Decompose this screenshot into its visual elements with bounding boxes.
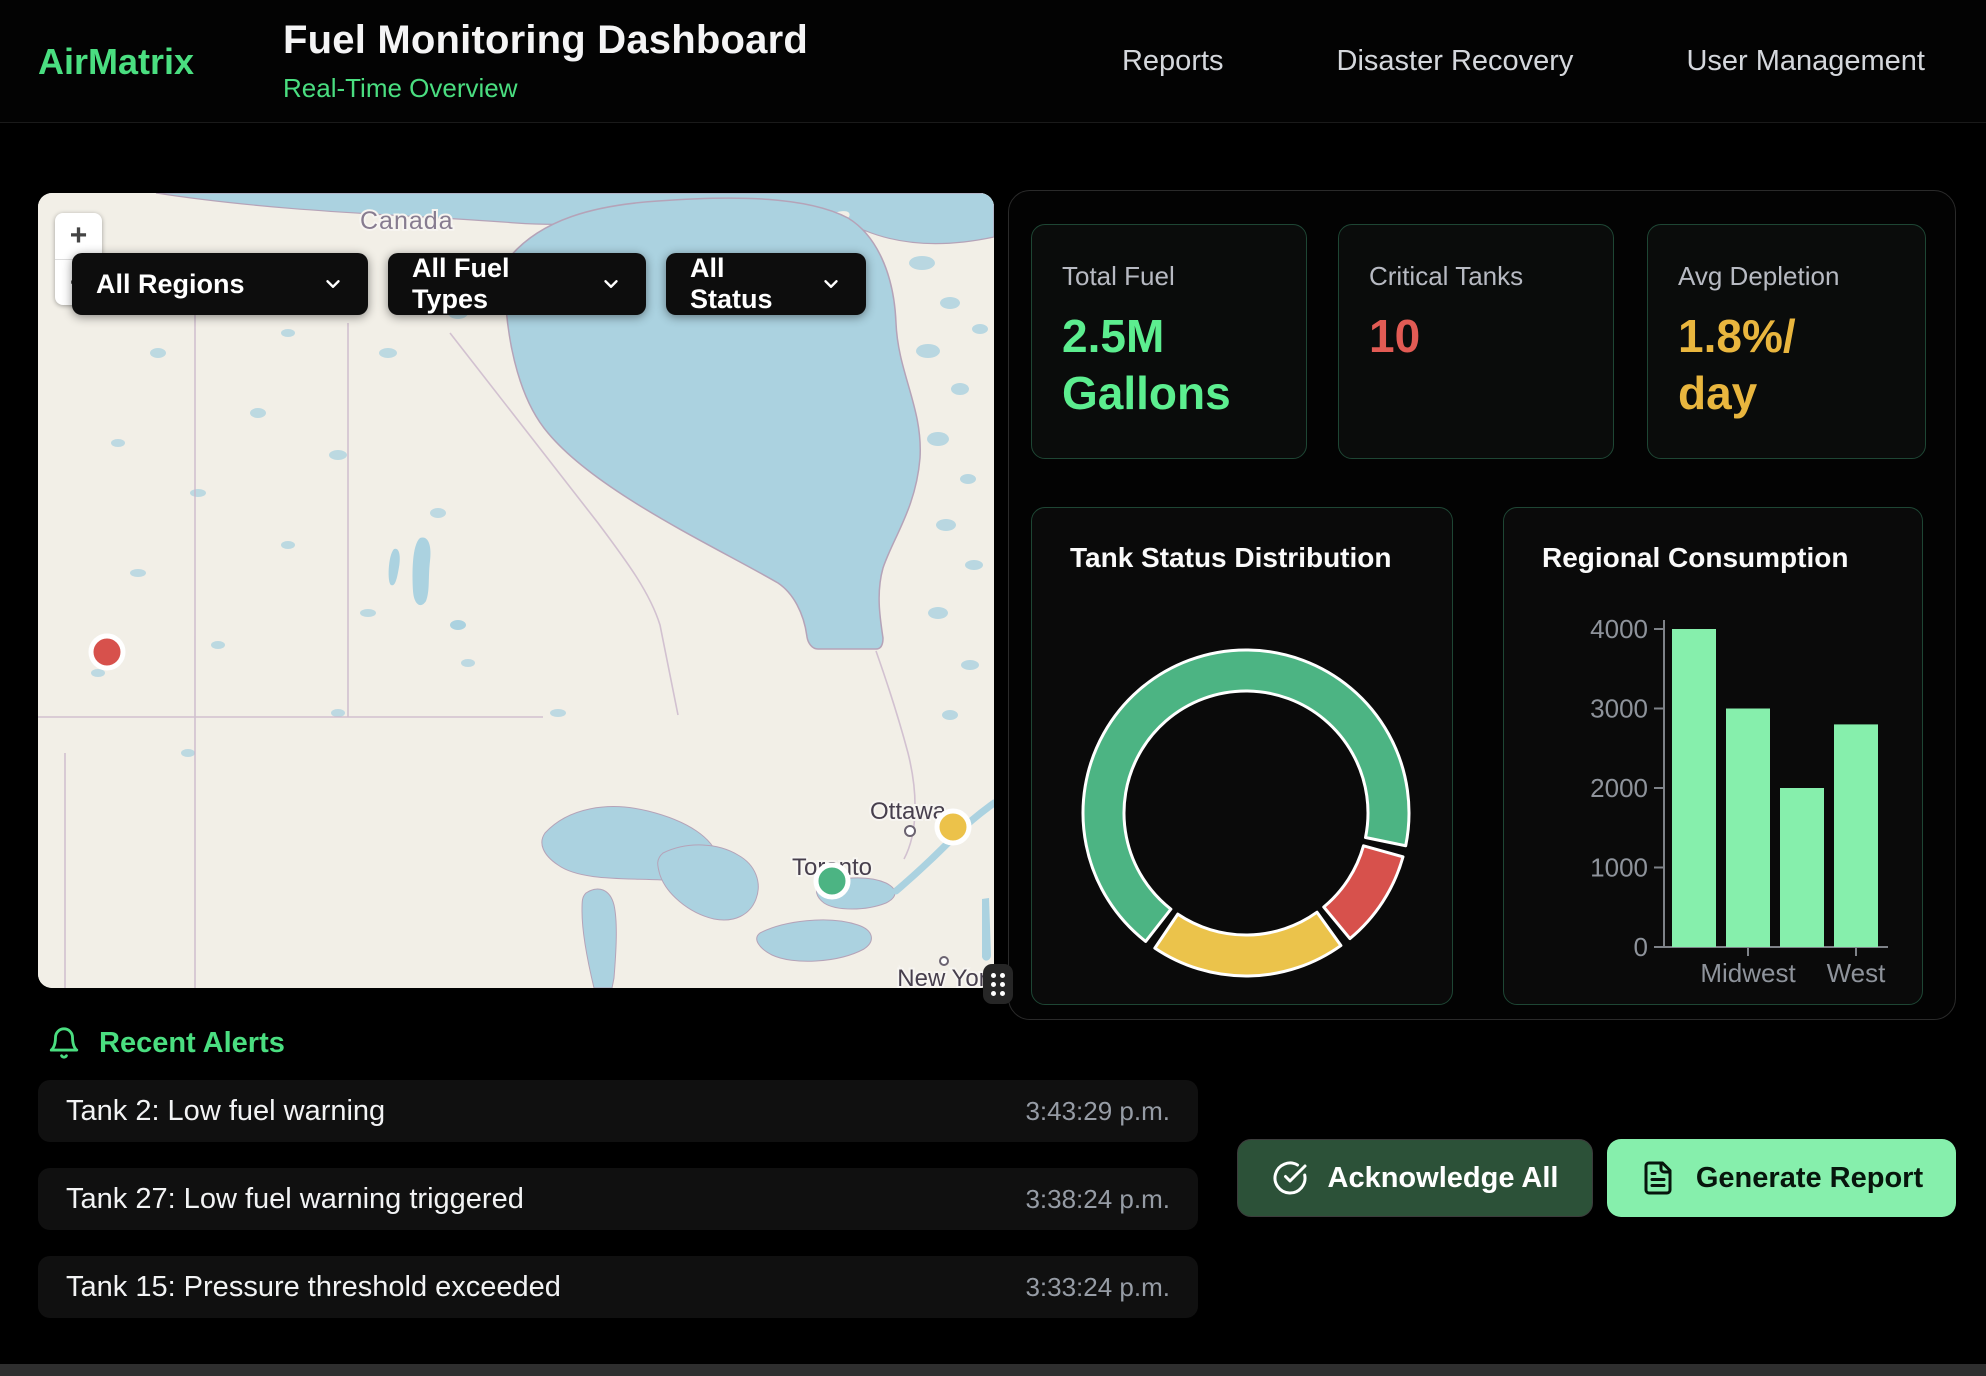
- bell-icon: [47, 1026, 81, 1060]
- stat-card-critical-tanks: Critical Tanks 10: [1338, 224, 1614, 459]
- tank-marker-critical[interactable]: [91, 636, 123, 668]
- map-wrap: Canada Ottawa Toronto New York + − Al: [38, 193, 994, 988]
- fuel-monitoring-dashboard: AirMatrix Fuel Monitoring Dashboard Real…: [0, 0, 1986, 1376]
- nav-disaster-recovery[interactable]: Disaster Recovery: [1337, 45, 1574, 78]
- chart-title: Tank Status Distribution: [1070, 542, 1392, 574]
- acknowledge-all-label: Acknowledge All: [1328, 1162, 1559, 1195]
- stat-card-avg-depletion: Avg Depletion 1.8%/day: [1647, 224, 1926, 459]
- page-title: Fuel Monitoring Dashboard: [283, 18, 808, 63]
- chevron-down-icon: [820, 273, 842, 295]
- chart-title: Regional Consumption: [1542, 542, 1848, 574]
- resize-grip-icon[interactable]: [983, 964, 1013, 1004]
- tank-marker-normal[interactable]: [816, 865, 848, 897]
- tank-status-chart-card: Tank Status Distribution: [1031, 507, 1453, 1005]
- fuel-type-filter-dropdown[interactable]: All Fuel Types: [388, 253, 646, 315]
- svg-text:West: West: [1827, 958, 1887, 988]
- top-nav: Reports Disaster Recovery User Managemen…: [1122, 0, 1925, 123]
- stat-label: Critical Tanks: [1369, 261, 1583, 292]
- stat-label: Total Fuel: [1062, 261, 1276, 292]
- tank-marker-warning[interactable]: [937, 811, 969, 843]
- bottom-scrollbar[interactable]: [0, 1364, 1986, 1376]
- stat-value: 10: [1369, 308, 1583, 365]
- fuel-type-filter-value: All Fuel Types: [412, 253, 574, 315]
- file-text-icon: [1640, 1160, 1676, 1196]
- stat-value: 2.5MGallons: [1062, 308, 1276, 422]
- regional-consumption-chart-card: Regional Consumption 0 1000 2000 3000 4000 Mi…: [1503, 507, 1923, 1005]
- alerts-heading-label: Recent Alerts: [99, 1027, 285, 1060]
- region-filter-dropdown[interactable]: All Regions: [72, 253, 368, 315]
- metrics-panel: Total Fuel 2.5MGallons Critical Tanks 10…: [1008, 190, 1956, 1020]
- map-filters: All Regions All Fuel Types All Status: [72, 253, 866, 315]
- svg-text:1000: 1000: [1590, 853, 1648, 883]
- check-circle-icon: [1272, 1160, 1308, 1196]
- status-filter-dropdown[interactable]: All Status: [666, 253, 866, 315]
- alerts-heading: Recent Alerts: [47, 1026, 285, 1060]
- svg-text:2000: 2000: [1590, 773, 1648, 803]
- alert-timestamp: 3:43:29 p.m.: [1025, 1096, 1170, 1127]
- generate-report-label: Generate Report: [1696, 1162, 1923, 1195]
- alert-timestamp: 3:33:24 p.m.: [1025, 1272, 1170, 1303]
- alert-row[interactable]: Tank 15: Pressure threshold exceeded 3:3…: [38, 1256, 1198, 1318]
- svg-text:4000: 4000: [1590, 614, 1648, 644]
- alert-row[interactable]: Tank 2: Low fuel warning 3:43:29 p.m.: [38, 1080, 1198, 1142]
- brand-logo: AirMatrix: [38, 41, 194, 83]
- stat-card-total-fuel: Total Fuel 2.5MGallons: [1031, 224, 1307, 459]
- alert-row[interactable]: Tank 27: Low fuel warning triggered 3:38…: [38, 1168, 1198, 1230]
- ottawa-town-dot: [905, 826, 915, 836]
- map-label-ottawa: Ottawa: [870, 798, 947, 825]
- header: AirMatrix Fuel Monitoring Dashboard Real…: [0, 0, 1986, 123]
- nav-user-management[interactable]: User Management: [1686, 45, 1925, 78]
- alert-message: Tank 27: Low fuel warning triggered: [66, 1183, 524, 1216]
- status-filter-value: All Status: [690, 253, 794, 315]
- svg-text:Midwest: Midwest: [1700, 958, 1796, 988]
- regional-consumption-bar-chart: 0 1000 2000 3000 4000 Midwest West: [1504, 508, 1924, 1004]
- generate-report-button[interactable]: Generate Report: [1607, 1139, 1956, 1217]
- svg-text:0: 0: [1634, 932, 1648, 962]
- alert-timestamp: 3:38:24 p.m.: [1025, 1184, 1170, 1215]
- chevron-down-icon: [600, 273, 622, 295]
- map-label-canada: Canada: [360, 207, 454, 235]
- chevron-down-icon: [322, 273, 344, 295]
- alert-message: Tank 15: Pressure threshold exceeded: [66, 1271, 561, 1304]
- region-filter-value: All Regions: [96, 269, 245, 300]
- stat-value: 1.8%/day: [1678, 308, 1895, 422]
- stat-label: Avg Depletion: [1678, 261, 1895, 292]
- nav-reports[interactable]: Reports: [1122, 45, 1224, 78]
- map-label-newyork: New York: [897, 965, 994, 988]
- svg-text:3000: 3000: [1590, 694, 1648, 724]
- title-block: Fuel Monitoring Dashboard Real-Time Over…: [283, 18, 808, 104]
- page-subtitle: Real-Time Overview: [283, 73, 808, 104]
- acknowledge-all-button[interactable]: Acknowledge All: [1237, 1139, 1593, 1217]
- newyork-town-dot: [940, 957, 948, 965]
- map-canvas[interactable]: Canada Ottawa Toronto New York + − Al: [38, 193, 994, 988]
- alert-message: Tank 2: Low fuel warning: [66, 1095, 385, 1128]
- tank-status-donut-chart: [1032, 508, 1454, 1004]
